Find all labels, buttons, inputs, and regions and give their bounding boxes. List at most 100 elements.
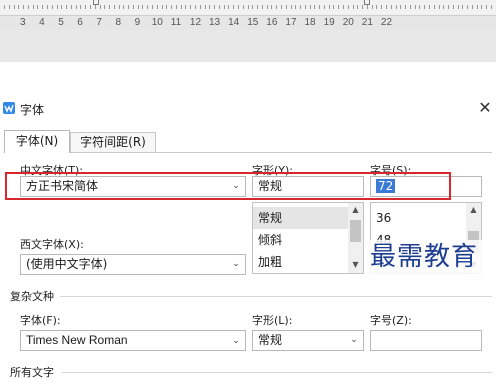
- ruler-tick: [491, 5, 492, 9]
- ruler-tick: [52, 5, 53, 9]
- complex-font-select[interactable]: Times New Roman ⌄: [20, 330, 246, 351]
- ruler-number: 17: [285, 17, 297, 28]
- ruler-tick: [205, 5, 206, 9]
- ruler-tick: [171, 5, 172, 9]
- chinese-font-value: 方正书宋简体: [26, 179, 99, 193]
- ruler-tick: [472, 5, 473, 9]
- complex-font-value: Times New Roman: [26, 333, 128, 347]
- scroll-thumb[interactable]: [350, 220, 361, 242]
- style-scrollbar[interactable]: ▲ ▼: [348, 203, 363, 273]
- size-option-36[interactable]: 36: [371, 207, 467, 229]
- ruler-tick: [152, 5, 153, 9]
- ruler-tick: [9, 5, 10, 9]
- ruler-tick: [123, 5, 124, 9]
- dialog-title: 字体: [20, 103, 45, 117]
- ruler-tick: [405, 5, 406, 9]
- ruler-tick: [434, 5, 435, 9]
- ruler-number: 10: [151, 17, 163, 28]
- ruler-tick: [333, 5, 334, 9]
- ruler-tick: [410, 5, 411, 9]
- ruler-tick: [95, 5, 96, 9]
- chevron-down-icon[interactable]: ⌄: [348, 331, 360, 350]
- close-icon[interactable]: ✕: [476, 99, 494, 117]
- ruler-indent-marker[interactable]: [93, 0, 99, 5]
- ruler-tick: [138, 5, 139, 9]
- style-option-italic[interactable]: 倾斜: [253, 229, 349, 251]
- ruler-tick: [142, 5, 143, 9]
- ruler-tick: [338, 5, 339, 9]
- ruler-number: 5: [58, 17, 64, 28]
- western-font-select[interactable]: (使用中文字体) ⌄: [20, 254, 246, 275]
- ruler-tick: [181, 5, 182, 9]
- western-font-value: (使用中文字体): [26, 257, 108, 271]
- complex-font-label: 字体(F):: [20, 314, 61, 327]
- complex-size-select[interactable]: [370, 330, 482, 351]
- tab-bar: 字体(N) 字符间距(R): [0, 130, 496, 153]
- ruler-number: 3: [20, 17, 26, 28]
- ruler-number: 13: [209, 17, 221, 28]
- ruler-tick: [47, 5, 48, 9]
- style-option-regular[interactable]: 常规: [253, 207, 349, 229]
- tab-character-spacing[interactable]: 字符间距(R): [70, 132, 156, 152]
- ruler-tick: [71, 5, 72, 9]
- ruler-tick: [61, 5, 62, 9]
- chevron-down-icon[interactable]: ⌄: [230, 331, 242, 350]
- ruler-number: 21: [361, 17, 373, 28]
- ruler-tick: [286, 5, 287, 9]
- ruler-tick: [372, 5, 373, 9]
- ruler-tick: [209, 5, 210, 9]
- ruler-tick: [271, 5, 272, 9]
- dialog-titlebar: 字体 ✕: [0, 96, 496, 122]
- ruler-tick: [448, 5, 449, 9]
- watermark-logo: 最需教育: [370, 240, 492, 274]
- style-input[interactable]: 常规: [252, 176, 364, 197]
- chevron-down-icon[interactable]: ⌄: [230, 255, 242, 274]
- ruler-tick: [4, 5, 5, 9]
- ruler-tick: [233, 5, 234, 9]
- ruler-tick: [257, 5, 258, 9]
- ruler-tick: [119, 5, 120, 9]
- ruler-number: 9: [134, 17, 141, 28]
- scroll-up-icon[interactable]: ▲: [466, 203, 481, 217]
- western-font-label: 西文字体(X):: [20, 238, 84, 251]
- ruler-tick: [396, 5, 397, 9]
- scroll-down-icon[interactable]: ▼: [348, 258, 363, 272]
- ruler-tick: [162, 5, 163, 9]
- ruler-number: 16: [266, 17, 278, 28]
- ruler-tick: [28, 5, 29, 9]
- ruler-tick: [462, 5, 463, 9]
- style-option-bold[interactable]: 加粗: [253, 251, 349, 273]
- size-input[interactable]: 72: [370, 176, 482, 197]
- ruler-tick: [477, 5, 478, 9]
- ruler-tick: [76, 5, 77, 9]
- chinese-font-select[interactable]: 方正书宋简体 ⌄: [20, 176, 246, 197]
- ruler-right-marker[interactable]: [364, 0, 370, 5]
- ruler-tick: [400, 5, 401, 9]
- chevron-down-icon[interactable]: ⌄: [230, 177, 242, 196]
- ruler-tick: [23, 5, 24, 9]
- tab-font[interactable]: 字体(N): [4, 130, 70, 153]
- ruler-tick: [481, 5, 482, 9]
- ruler-tick: [291, 5, 292, 9]
- size-value: 72: [376, 179, 396, 193]
- ruler-tick: [486, 5, 487, 9]
- ruler-tick: [453, 5, 454, 9]
- ruler-tick: [439, 5, 440, 9]
- ruler-tick: [295, 5, 296, 9]
- complex-style-value: 常规: [258, 333, 283, 347]
- ruler-tick: [100, 5, 101, 9]
- ruler-number: 8: [115, 17, 122, 28]
- ruler-tick: [419, 5, 420, 9]
- ruler-tick: [424, 5, 425, 9]
- scroll-up-icon[interactable]: ▲: [348, 203, 363, 217]
- section-divider: [60, 296, 492, 297]
- ruler-tick: [329, 5, 330, 9]
- complex-style-select[interactable]: 常规 ⌄: [252, 330, 364, 351]
- ruler-tick: [176, 5, 177, 9]
- ruler-tick: [319, 5, 320, 9]
- ruler-tick: [128, 5, 129, 9]
- ruler-tick: [238, 5, 239, 9]
- ruler-tick: [80, 5, 81, 9]
- ruler-tick: [200, 5, 201, 9]
- ruler-number: 22: [380, 17, 393, 28]
